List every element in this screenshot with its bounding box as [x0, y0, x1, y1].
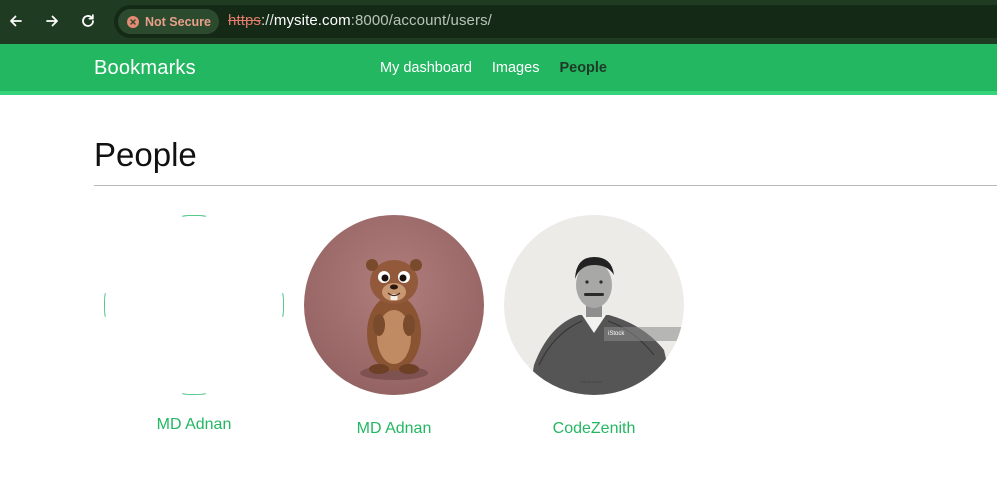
security-label: Not Secure	[145, 14, 211, 29]
main-menu: My dashboard Images People	[380, 60, 627, 76]
url-text[interactable]: https://mysite.com:8000/account/users/	[228, 12, 492, 29]
security-indicator[interactable]: Not Secure	[118, 9, 219, 34]
title-divider	[94, 185, 997, 186]
forward-arrow-icon[interactable]	[40, 9, 64, 33]
portrait-avatar-icon[interactable]: iStock Nikola Tesla	[504, 215, 684, 395]
user-name-link[interactable]: MD Adnan	[94, 416, 294, 434]
nav-my-dashboard[interactable]: My dashboard	[380, 60, 472, 76]
site-logo[interactable]: Bookmarks	[94, 57, 196, 80]
broken-image-icon[interactable]	[104, 215, 284, 395]
nav-images[interactable]: Images	[492, 60, 540, 76]
back-arrow-icon[interactable]	[4, 9, 28, 33]
url-separator: ://	[261, 12, 274, 29]
svg-text:iStock: iStock	[608, 331, 625, 337]
browser-toolbar: Not Secure https://mysite.com:8000/accou…	[0, 0, 997, 44]
url-scheme: https	[228, 12, 262, 29]
beaver-avatar-icon[interactable]	[304, 215, 484, 395]
site-header: Bookmarks My dashboard Images People	[0, 44, 997, 95]
svg-text:Nikola Tesla: Nikola Tesla	[580, 379, 602, 384]
user-name-link[interactable]: MD Adnan	[294, 420, 494, 438]
url-path: :8000/account/users/	[350, 12, 492, 29]
page-title: People	[94, 136, 197, 173]
security-warning-icon	[127, 15, 139, 28]
user-card: iStock Nikola Tesla CodeZenith	[494, 215, 694, 438]
user-card: MD Adnan	[94, 215, 294, 434]
user-card: MD Adnan	[294, 215, 494, 438]
nav-people[interactable]: People	[559, 60, 607, 76]
reload-icon[interactable]	[76, 9, 100, 33]
user-name-link[interactable]: CodeZenith	[494, 420, 694, 438]
url-host: mysite.com	[273, 12, 351, 29]
